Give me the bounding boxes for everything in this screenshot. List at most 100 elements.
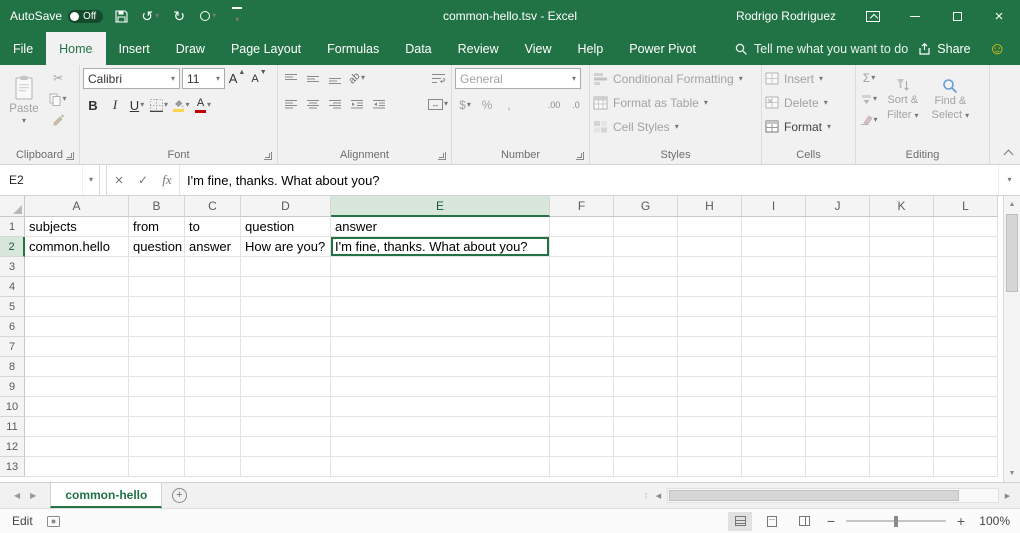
- cell-K7[interactable]: [870, 337, 934, 357]
- cell-I3[interactable]: [742, 257, 806, 277]
- cell-G10[interactable]: [614, 397, 678, 417]
- cell-K8[interactable]: [870, 357, 934, 377]
- cell-C10[interactable]: [185, 397, 241, 417]
- align-left-button[interactable]: [281, 94, 301, 114]
- cell-K12[interactable]: [870, 437, 934, 457]
- format-painter-button[interactable]: [48, 110, 68, 130]
- cell-L11[interactable]: [934, 417, 998, 437]
- cell-F9[interactable]: [550, 377, 614, 397]
- column-header-B[interactable]: B: [129, 196, 185, 217]
- cell-B6[interactable]: [129, 317, 185, 337]
- cell-J10[interactable]: [806, 397, 870, 417]
- cell-J5[interactable]: [806, 297, 870, 317]
- copy-button[interactable]: ▾: [48, 89, 68, 109]
- column-header-F[interactable]: F: [550, 196, 614, 217]
- center-button[interactable]: [303, 94, 323, 114]
- cell-D13[interactable]: [241, 457, 331, 477]
- cell-H6[interactable]: [678, 317, 742, 337]
- cell-A2[interactable]: common.hello: [25, 237, 129, 257]
- cell-A5[interactable]: [25, 297, 129, 317]
- column-header-K[interactable]: K: [870, 196, 934, 217]
- cell-D7[interactable]: [241, 337, 331, 357]
- touch-mouse-mode-button[interactable]: ▾: [197, 4, 219, 28]
- find-select-button[interactable]: Find & Select ▾: [927, 68, 975, 132]
- decrease-font-size-button[interactable]: A▼: [249, 69, 269, 89]
- cell-B1[interactable]: from: [129, 217, 185, 237]
- vertical-scrollbar[interactable]: ▲ ▼: [1003, 196, 1020, 482]
- cell-D12[interactable]: [241, 437, 331, 457]
- cell-G5[interactable]: [614, 297, 678, 317]
- cell-I11[interactable]: [742, 417, 806, 437]
- cell-A12[interactable]: [25, 437, 129, 457]
- formula-bar-expand-button[interactable]: ▾: [998, 165, 1020, 195]
- cell-K1[interactable]: [870, 217, 934, 237]
- cell-C8[interactable]: [185, 357, 241, 377]
- cell-G2[interactable]: [614, 237, 678, 257]
- cell-D1[interactable]: question: [241, 217, 331, 237]
- zoom-out-button[interactable]: −: [824, 513, 838, 529]
- sheet-nav-right-button[interactable]: ▶: [30, 491, 36, 500]
- column-header-H[interactable]: H: [678, 196, 742, 217]
- cell-H3[interactable]: [678, 257, 742, 277]
- cell-H4[interactable]: [678, 277, 742, 297]
- clipboard-dialog-launcher[interactable]: [66, 152, 74, 160]
- decrease-decimal-button[interactable]: .0: [566, 95, 586, 115]
- cell-B7[interactable]: [129, 337, 185, 357]
- comma-style-button[interactable]: ,: [499, 95, 519, 115]
- zoom-slider-thumb[interactable]: [894, 516, 898, 527]
- ribbon-tab-data[interactable]: Data: [392, 32, 444, 65]
- cell-E9[interactable]: [331, 377, 550, 397]
- cell-E13[interactable]: [331, 457, 550, 477]
- increase-indent-button[interactable]: [369, 94, 389, 114]
- cell-D6[interactable]: [241, 317, 331, 337]
- tell-me-box[interactable]: Tell me what you want to do: [735, 32, 908, 65]
- select-all-button[interactable]: [0, 196, 25, 217]
- cell-K4[interactable]: [870, 277, 934, 297]
- cell-F5[interactable]: [550, 297, 614, 317]
- ribbon-tab-formulas[interactable]: Formulas: [314, 32, 392, 65]
- cell-J12[interactable]: [806, 437, 870, 457]
- number-dialog-launcher[interactable]: [576, 152, 584, 160]
- cell-G12[interactable]: [614, 437, 678, 457]
- scroll-down-button[interactable]: ▼: [1004, 465, 1020, 482]
- number-format-combo[interactable]: General▾: [455, 68, 581, 89]
- minimize-button[interactable]: [894, 0, 936, 32]
- cell-D10[interactable]: [241, 397, 331, 417]
- cell-H9[interactable]: [678, 377, 742, 397]
- cell-J4[interactable]: [806, 277, 870, 297]
- cell-L4[interactable]: [934, 277, 998, 297]
- cell-I13[interactable]: [742, 457, 806, 477]
- row-header-3[interactable]: 3: [0, 257, 25, 277]
- customize-quick-access-toolbar-button[interactable]: ▾: [226, 4, 248, 28]
- cell-F11[interactable]: [550, 417, 614, 437]
- cell-C6[interactable]: [185, 317, 241, 337]
- normal-view-button[interactable]: [728, 512, 752, 531]
- cell-B8[interactable]: [129, 357, 185, 377]
- cell-J11[interactable]: [806, 417, 870, 437]
- cell-B10[interactable]: [129, 397, 185, 417]
- cell-I6[interactable]: [742, 317, 806, 337]
- cell-J2[interactable]: [806, 237, 870, 257]
- column-header-E[interactable]: E: [331, 196, 550, 217]
- cell-E10[interactable]: [331, 397, 550, 417]
- font-dialog-launcher[interactable]: [264, 152, 272, 160]
- insert-function-button[interactable]: fx: [155, 165, 179, 195]
- cell-A10[interactable]: [25, 397, 129, 417]
- macro-record-button[interactable]: [47, 516, 60, 527]
- cell-H11[interactable]: [678, 417, 742, 437]
- wrap-text-button[interactable]: [428, 68, 448, 88]
- cell-E11[interactable]: [331, 417, 550, 437]
- close-button[interactable]: ×: [978, 0, 1020, 32]
- name-box[interactable]: E2 ▾: [0, 165, 100, 195]
- paste-button[interactable]: Paste ▾: [3, 68, 45, 132]
- cell-A3[interactable]: [25, 257, 129, 277]
- cell-G9[interactable]: [614, 377, 678, 397]
- cell-F6[interactable]: [550, 317, 614, 337]
- cell-C2[interactable]: answer: [185, 237, 241, 257]
- cell-H2[interactable]: [678, 237, 742, 257]
- tab-scrollbar-splitter[interactable]: ⁞: [642, 483, 650, 508]
- column-header-L[interactable]: L: [934, 196, 998, 217]
- conditional-formatting-button[interactable]: Conditional Formatting▾: [593, 68, 758, 89]
- column-header-D[interactable]: D: [241, 196, 331, 217]
- column-header-A[interactable]: A: [25, 196, 129, 217]
